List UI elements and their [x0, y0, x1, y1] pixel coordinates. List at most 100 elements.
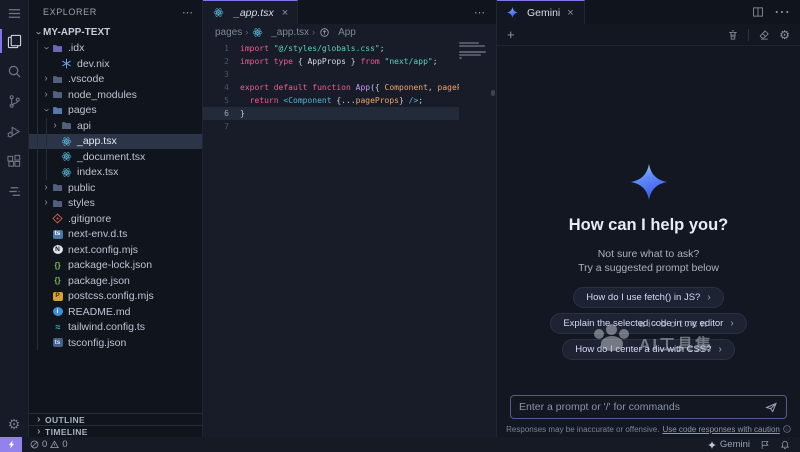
code-text: import "@/styles/globals.css"; — [229, 42, 385, 55]
line-number: 7 — [203, 120, 229, 133]
explorer-more-icon[interactable]: ⋯ — [182, 6, 194, 19]
json-file-icon: {} — [51, 260, 64, 271]
react-icon — [251, 27, 264, 38]
code-line-3[interactable]: 3 — [203, 68, 459, 81]
chevron-right-icon: › — [41, 74, 51, 84]
folder-idx-file-icon — [51, 43, 64, 54]
section-timeline[interactable]: ›TIMELINE — [29, 425, 202, 437]
tree-item-next-config-mjs[interactable]: Nnext.config.mjs — [29, 242, 202, 258]
panel-more-icon[interactable]: ⋯ — [774, 2, 790, 22]
tree-item-node-modules[interactable]: ›node_modules — [29, 87, 202, 103]
tree-item-label: api — [77, 120, 91, 132]
folder-file-icon — [51, 182, 64, 193]
symbol-icon — [318, 27, 331, 38]
suggested-prompts: How do I use fetch() in JS?› Explain the … — [550, 287, 746, 360]
tree-item-tsconfig-json[interactable]: tstsconfig.json — [29, 335, 202, 351]
info-icon[interactable] — [783, 425, 791, 433]
next-file-icon: N — [51, 244, 64, 255]
caution-link[interactable]: Use code responses with caution — [662, 425, 779, 434]
code-line-5[interactable]: 5 return <Component {...pageProps} />; — [203, 94, 459, 107]
problems-status[interactable]: 0 0 — [30, 439, 68, 450]
extensions-icon[interactable] — [0, 146, 29, 176]
gemini-panel: Gemini × ⋯ + ⚙ How can I help you? — [497, 0, 800, 437]
code-line-4[interactable]: 4export default function App({ Component… — [203, 81, 459, 94]
chevron-down-icon: › — [41, 43, 51, 53]
explorer-icon[interactable] — [0, 26, 29, 56]
split-editor-icon[interactable] — [752, 6, 764, 18]
gemini-star-icon — [507, 7, 518, 18]
tree-item-public[interactable]: ›public — [29, 180, 202, 196]
breadcrumb-file[interactable]: _app.tsx — [251, 27, 309, 38]
tree-item--gitignore[interactable]: .gitignore — [29, 211, 202, 227]
close-icon[interactable]: × — [567, 7, 573, 19]
tree-item--app-tsx[interactable]: _app.tsx — [29, 134, 202, 150]
ts-file-icon: ts — [51, 229, 64, 240]
minimap[interactable] — [459, 42, 486, 60]
tree-item--vscode[interactable]: › .vscode — [29, 72, 202, 88]
folder-file-icon — [60, 120, 73, 131]
clear-chat-icon[interactable] — [758, 29, 770, 41]
sidebar-sections: ›OUTLINE›TIMELINE — [29, 413, 202, 437]
suggested-prompt-1[interactable]: How do I use fetch() in JS?› — [573, 287, 723, 308]
tree-item-next-env-d-ts[interactable]: tsnext-env.d.ts — [29, 227, 202, 243]
code-line-7[interactable]: 7 — [203, 120, 459, 133]
activity-bar: ⚙ — [0, 0, 29, 437]
tree-item-label: README.md — [68, 306, 130, 318]
send-icon[interactable] — [765, 401, 778, 414]
tree-item-my-app-text[interactable]: ›MY-APP-TEXT — [29, 25, 202, 41]
tab-gemini[interactable]: Gemini × — [497, 0, 585, 24]
code-line-2[interactable]: 2import type { AppProps } from "next/app… — [203, 55, 459, 68]
editor-more-icon[interactable]: ⋯ — [464, 6, 496, 19]
tree-item-label: .idx — [68, 42, 84, 54]
gemini-settings-gear-icon[interactable]: ⚙ — [779, 28, 790, 42]
tree-item-readme-md[interactable]: iREADME.md — [29, 304, 202, 320]
code-text — [229, 120, 240, 133]
tree-item-package-lock-json[interactable]: {}package-lock.json — [29, 258, 202, 274]
indent-guide — [37, 40, 38, 350]
chevron-right-icon: › — [41, 183, 51, 193]
breadcrumb-pages[interactable]: pages — [215, 27, 242, 38]
breadcrumb-symbol[interactable]: App — [318, 27, 356, 38]
tree-item-label: .vscode — [68, 73, 104, 85]
feedback-icon[interactable] — [760, 440, 770, 450]
tree-item--document-tsx[interactable]: _document.tsx — [29, 149, 202, 165]
suggested-prompt-2[interactable]: Explain the selected code in my editor› — [550, 313, 746, 334]
tree-item--idx[interactable]: › .idx — [29, 41, 202, 57]
menu-icon[interactable] — [0, 0, 29, 26]
gemini-status-item[interactable]: Gemini — [708, 439, 750, 450]
code-line-6[interactable]: 6} — [203, 107, 459, 120]
tree-item-pages[interactable]: ›pages — [29, 103, 202, 119]
tab-app-tsx[interactable]: _app.tsx × — [203, 0, 298, 24]
tree-item-index-tsx[interactable]: index.tsx — [29, 165, 202, 181]
chevron-down-icon: › — [41, 105, 51, 115]
code-editor[interactable]: 1import "@/styles/globals.css";2import t… — [203, 40, 496, 437]
suggested-prompt-3[interactable]: How do I center a div with CSS?› — [562, 339, 735, 360]
tree-item-label: tailwind.config.ts — [68, 321, 145, 333]
close-icon[interactable]: × — [282, 7, 288, 19]
code-line-1[interactable]: 1import "@/styles/globals.css"; — [203, 42, 459, 55]
tree-item-dev-nix[interactable]: dev.nix — [29, 56, 202, 72]
chevron-right-icon: › — [50, 121, 60, 131]
prompt-input[interactable] — [519, 401, 765, 413]
tree-item-styles[interactable]: ›styles — [29, 196, 202, 212]
tree-item-label: styles — [68, 197, 95, 209]
delete-chat-icon[interactable] — [727, 29, 739, 41]
react-file-icon — [60, 136, 73, 147]
new-chat-icon[interactable]: + — [507, 27, 515, 42]
code-text: export default function App({ Component,… — [229, 81, 459, 94]
source-control-icon[interactable] — [0, 86, 29, 116]
tree-item-postcss-config-mjs[interactable]: Ppostcss.config.mjs — [29, 289, 202, 305]
idx-icon[interactable] — [0, 176, 29, 206]
scrollbar-thumb[interactable] — [491, 90, 495, 96]
tree-item-package-json[interactable]: {}package.json — [29, 273, 202, 289]
section-outline[interactable]: ›OUTLINE — [29, 413, 202, 425]
remote-indicator[interactable] — [0, 437, 22, 452]
tree-item-api[interactable]: › api — [29, 118, 202, 134]
search-icon[interactable] — [0, 56, 29, 86]
notifications-bell-icon[interactable] — [780, 440, 790, 450]
tree-item-tailwind-config-ts[interactable]: ≈tailwind.config.ts — [29, 320, 202, 336]
explorer-sidebar: EXPLORER ⋯ ›MY-APP-TEXT›.idxdev.nix›.vsc… — [29, 0, 203, 437]
gemini-subtext: Not sure what to ask? Try a suggested pr… — [578, 247, 719, 275]
run-debug-icon[interactable] — [0, 116, 29, 146]
settings-gear-icon[interactable]: ⚙ — [0, 411, 29, 437]
